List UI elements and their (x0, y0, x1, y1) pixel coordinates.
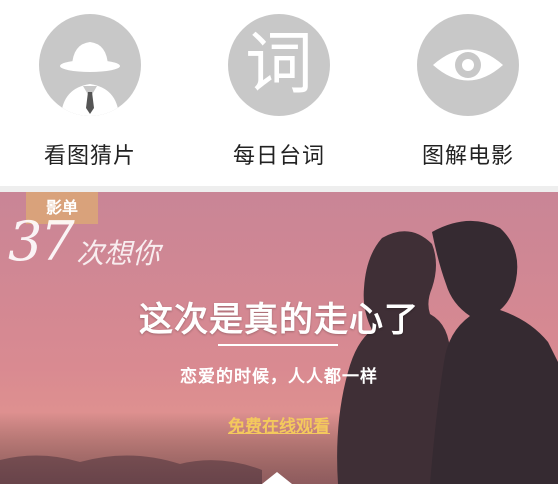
nav-movie-illustrated[interactable]: 图解电影 (398, 14, 538, 174)
banner-subtitle: 恋爱的时候，人人都一样 (180, 367, 378, 387)
eye-icon (417, 14, 519, 116)
watch-online-link[interactable]: 免费在线观看 (0, 412, 558, 437)
quote-glyph: 词 (244, 25, 313, 104)
detective-hat-icon (39, 14, 141, 116)
nav-label: 看图猜片 (43, 144, 136, 169)
headline-divider (218, 344, 338, 346)
banner-headline: 这次是真的走心了 (139, 300, 419, 340)
section-pointer (262, 472, 292, 484)
nav-daily-quote[interactable]: 词 每日台词 (209, 14, 349, 174)
poster-title: 37 (8, 210, 75, 273)
poster-subtitle: 次想你 (76, 237, 161, 270)
quote-character-icon: 词 (228, 14, 330, 116)
category-nav: 看图猜片 词 每日台词 图解电影 (0, 0, 558, 188)
nav-guess-movie[interactable]: 看图猜片 (20, 14, 160, 174)
nav-label: 每日台词 (232, 144, 325, 169)
movie-banner[interactable]: 影单 37 次想你 这次是真的走心了 恋爱的时候，人人都一样 免费在线观看 (0, 192, 558, 484)
nav-label: 图解电影 (421, 144, 514, 169)
